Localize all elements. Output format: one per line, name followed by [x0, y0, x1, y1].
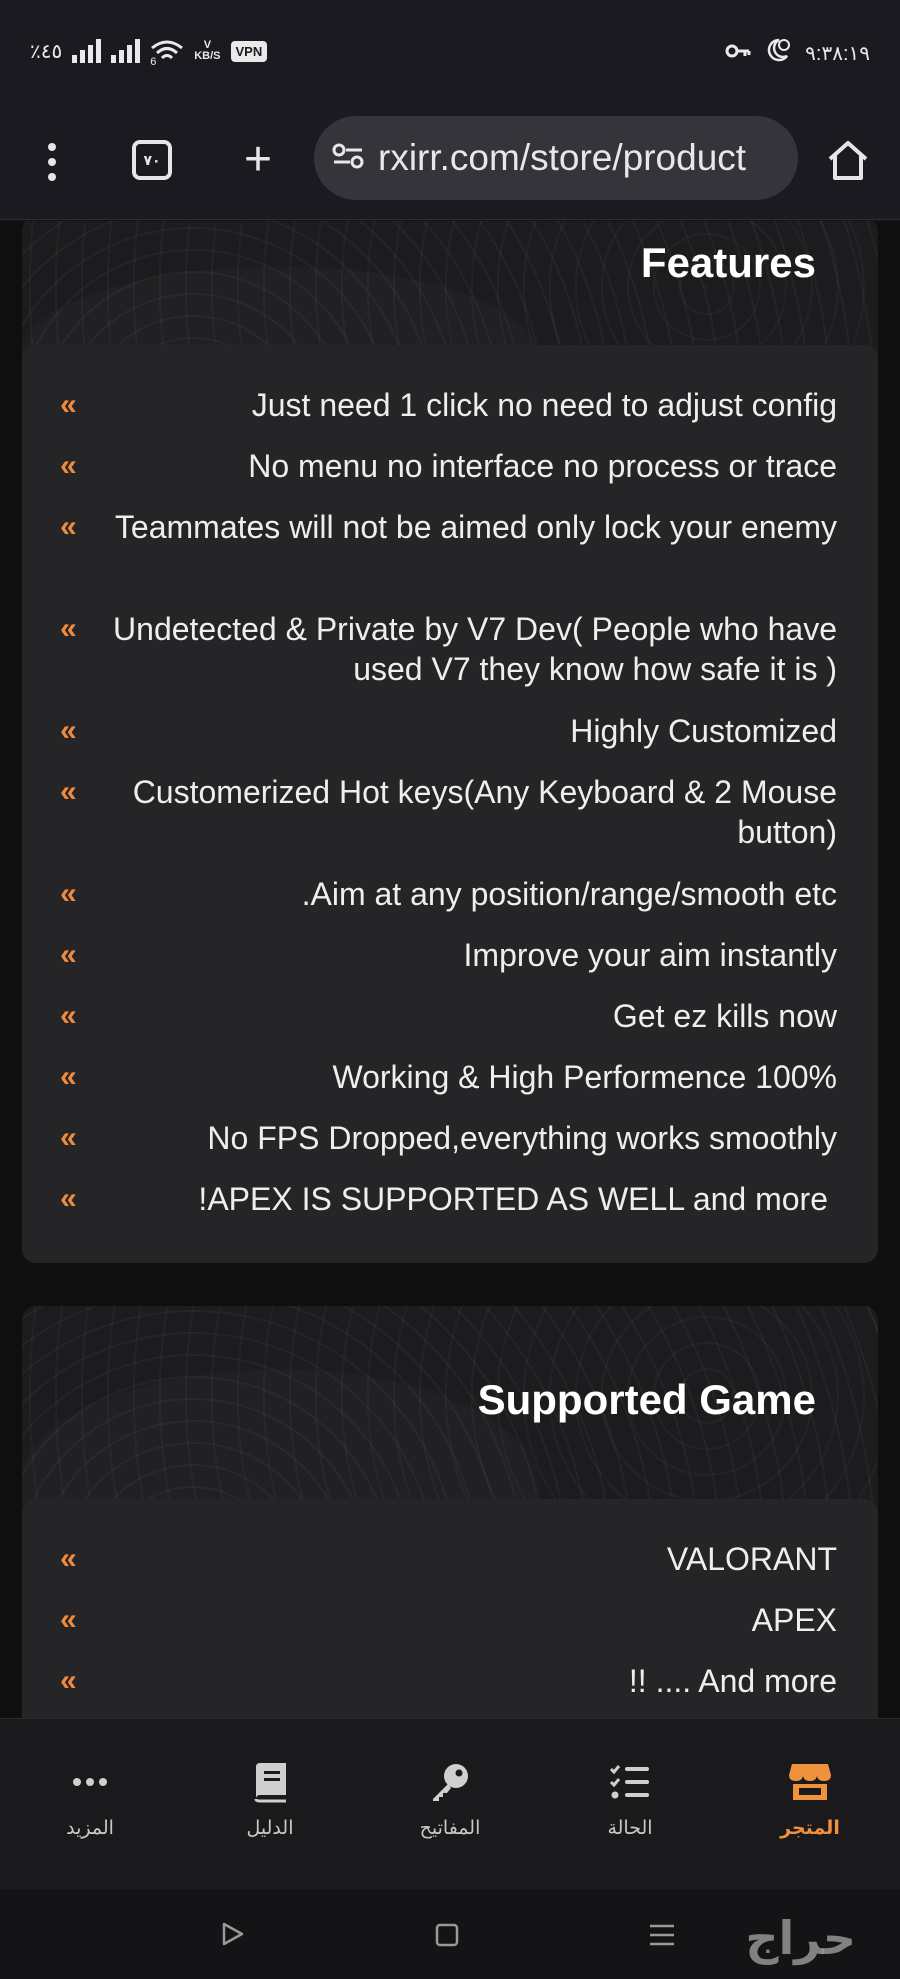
menu-dot-icon — [48, 158, 56, 166]
bottom-navigation: المزيد الدليل المفاتيح الحالة المتجر — [0, 1718, 900, 1889]
chevron-left-icon: « — [60, 999, 77, 1032]
network-speed: V KB/S — [194, 40, 220, 62]
feature-text: Undetected & Private by V7 Dev( People w… — [113, 611, 837, 687]
chevron-left-icon: « — [60, 612, 77, 645]
store-icon — [740, 1759, 880, 1805]
key-icon — [725, 42, 751, 65]
book-icon — [200, 1759, 340, 1805]
new-tab-button[interactable]: + — [236, 136, 280, 186]
feature-text: .Aim at any position/range/smooth etc — [301, 876, 837, 912]
nav-item-store[interactable]: المتجر — [740, 1759, 880, 1840]
status-left: ٪٤٥ 6 V KB/S VPN — [30, 38, 268, 68]
nav-label-status: الحالة — [607, 1818, 653, 1839]
nav-label-guide: الدليل — [246, 1818, 294, 1839]
browser-toolbar: ٧٠ + rxirr.com/store/product — [0, 106, 900, 220]
checklist-icon — [560, 1759, 700, 1805]
wifi-gen: 6 — [150, 56, 157, 68]
wifi-icon: 6 — [150, 38, 184, 68]
url-text: rxirr.com/store/product — [378, 137, 747, 178]
chevron-left-icon: « — [60, 714, 77, 747]
features-title: Features — [640, 239, 816, 286]
battery-percent: ٪٤٥ — [30, 40, 63, 63]
feature-text: Get ez kills now — [612, 998, 837, 1034]
recents-lines-icon[interactable] — [648, 1922, 676, 1953]
address-bar[interactable]: rxirr.com/store/product — [314, 116, 798, 200]
tab-count: ٧٠ — [143, 151, 161, 168]
feature-text: Highly Customized — [570, 713, 837, 749]
nav-item-keys[interactable]: المفاتيح — [380, 1759, 520, 1840]
network-speed-unit: KB/S — [194, 50, 221, 62]
nav-item-status[interactable]: الحالة — [560, 1759, 700, 1840]
status-right: ٩:٣٨:١٩ — [725, 38, 870, 68]
chevron-left-icon: « — [60, 877, 77, 910]
menu-dot-icon — [48, 173, 56, 181]
vpn-badge: VPN — [230, 40, 268, 62]
game-text: APEX — [751, 1602, 837, 1638]
site-settings-icon[interactable] — [332, 142, 364, 175]
more-dots-icon — [20, 1759, 160, 1805]
clock: ٩:٣٨:١٩ — [805, 42, 870, 65]
chevron-left-icon: « — [60, 1121, 77, 1154]
nav-label-store: المتجر — [780, 1818, 840, 1839]
chevron-left-icon: « — [60, 1542, 77, 1575]
feature-text: Teammates will not be aimed only lock yo… — [114, 509, 837, 545]
chevron-left-icon: « — [60, 1182, 77, 1215]
system-navigation: حراج — [0, 1889, 900, 1979]
feature-text: Just need 1 click no need to adjust conf… — [251, 387, 837, 423]
feature-text: No menu no interface no process or trace — [248, 448, 837, 484]
feature-text: No FPS Dropped,everything works smoothly — [207, 1120, 837, 1156]
chevron-left-icon: « — [60, 775, 77, 808]
key-icon — [380, 1759, 520, 1805]
chevron-left-icon: « — [60, 938, 77, 971]
do-not-disturb-icon — [765, 38, 791, 68]
nav-label-more: المزيد — [66, 1818, 114, 1839]
chevron-left-icon: « — [60, 388, 77, 421]
back-triangle-icon[interactable] — [220, 1921, 246, 1952]
home-icon[interactable] — [826, 138, 870, 187]
tab-switcher-button[interactable]: ٧٠ — [132, 140, 172, 180]
chevron-left-icon: « — [60, 1060, 77, 1093]
page-content: Features « Just need 1 click no need to … — [0, 221, 900, 1718]
features-list: « Just need 1 click no need to adjust co… — [22, 345, 878, 1263]
watermark-logo: حراج — [745, 1912, 858, 1964]
home-square-icon[interactable] — [434, 1922, 460, 1953]
menu-dot-icon — [48, 143, 56, 151]
chevron-left-icon: « — [60, 510, 77, 543]
game-text: VALORANT — [666, 1541, 837, 1577]
feature-text: !APEX IS SUPPORTED AS WELL and more — [198, 1181, 828, 1217]
menu-button[interactable] — [30, 140, 74, 184]
supported-title: Supported Game — [477, 1376, 816, 1423]
signal-icon — [72, 39, 102, 63]
status-bar: ٪٤٥ 6 V KB/S VPN ٩:٣٨:١٩ — [0, 0, 900, 106]
chevron-left-icon: « — [60, 449, 77, 482]
nav-label-keys: المفاتيح — [419, 1818, 481, 1839]
game-text: !! .... And more — [628, 1663, 837, 1699]
chevron-left-icon: « — [60, 1664, 77, 1697]
feature-text: Improve your aim instantly — [463, 937, 837, 973]
feature-text: Customerized Hot keys(Any Keyboard & 2 M… — [132, 774, 837, 850]
nav-item-more[interactable]: المزيد — [20, 1759, 160, 1840]
feature-text: Working & High Performence 100% — [332, 1059, 837, 1095]
chevron-left-icon: « — [60, 1603, 77, 1636]
signal-icon-2 — [111, 39, 141, 63]
supported-list: « VALORANT « APEX « !! .... And more — [22, 1499, 878, 1718]
nav-item-guide[interactable]: الدليل — [200, 1759, 340, 1840]
